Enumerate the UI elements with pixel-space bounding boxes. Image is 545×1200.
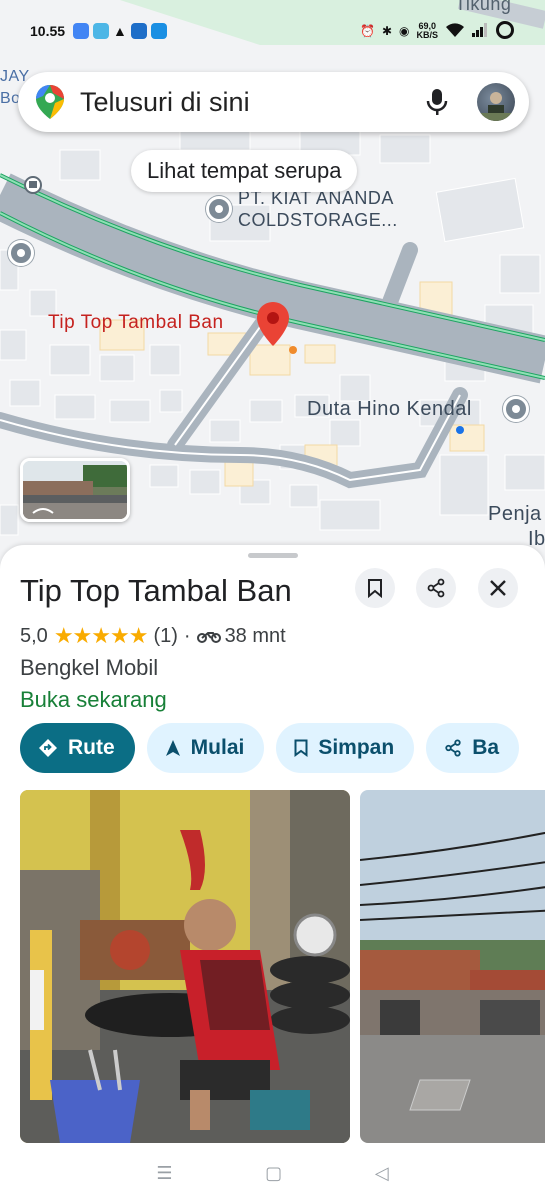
street-photo[interactable] <box>360 790 545 1143</box>
street-view-thumbnail[interactable] <box>20 458 130 522</box>
poi-label-kiat-line2[interactable]: COLDSTORAGE... <box>238 210 398 231</box>
mic-icon[interactable] <box>425 87 449 117</box>
rating-stars: ★★★★★ <box>53 623 149 648</box>
share-icon <box>427 578 445 598</box>
review-count[interactable]: (1) <box>153 625 177 648</box>
photo-carousel[interactable] <box>20 790 545 1143</box>
share-button[interactable]: Ba <box>426 723 520 773</box>
rating-value: 5,0 <box>20 624 48 647</box>
close-icon-button[interactable] <box>478 568 518 608</box>
wifi-icon <box>445 22 465 41</box>
battery-icon <box>495 20 515 43</box>
open-status[interactable]: Buka sekarang <box>20 687 167 713</box>
status-time: 10.55 <box>30 23 66 39</box>
poi-marker-icon[interactable] <box>206 196 232 222</box>
share-label: Ba <box>472 736 500 759</box>
save-label: Simpan <box>318 736 395 759</box>
poi-marker-icon[interactable] <box>8 240 34 266</box>
net-speed: 69,0 KB/S <box>416 22 438 40</box>
place-title: Tip Top Tambal Ban <box>20 573 292 608</box>
action-chips: Rute Mulai Simpan Ba <box>20 723 520 773</box>
place-category: Bengkel Mobil <box>20 655 159 680</box>
alarm-icon: ⏰ <box>359 24 375 38</box>
start-button[interactable]: Mulai <box>146 723 265 773</box>
search-bar[interactable]: Telusuri di sini <box>18 72 529 132</box>
rating-row[interactable]: 5,0 ★★★★★ (1) · 38 mnt <box>20 623 286 649</box>
share-icon <box>445 739 461 757</box>
place-photo[interactable] <box>20 790 350 1143</box>
app-notification-icon <box>73 23 90 39</box>
app-notification-icon <box>93 23 110 39</box>
start-label: Mulai <box>190 736 245 759</box>
poi-label-duta[interactable]: Duta Hino Kendal <box>307 398 472 421</box>
status-bar: 10.55 ▲ ⏰ ✱ ◉ 69,0 KB/S <box>0 0 545 62</box>
warning-icon: ▲ <box>113 23 127 39</box>
directions-label: Rute <box>68 736 115 759</box>
back-button[interactable]: ◁ <box>375 1163 389 1184</box>
maps-pin-icon <box>36 85 64 119</box>
poi-marker-icon[interactable] <box>503 396 529 422</box>
directions-button[interactable]: Rute <box>20 723 135 773</box>
place-details-sheet[interactable]: Tip Top Tambal Ban 5,0 ★★★★★ (1) · 38 mn… <box>0 545 545 1200</box>
save-button[interactable]: Simpan <box>276 723 415 773</box>
search-placeholder[interactable]: Telusuri di sini <box>80 87 425 118</box>
travel-time: 38 mnt <box>224 624 286 647</box>
selected-place-pin-icon[interactable] <box>257 302 289 346</box>
recents-button[interactable]: ☰ <box>156 1163 172 1184</box>
save-icon-button[interactable] <box>355 568 395 608</box>
motorcycle-icon <box>196 632 221 643</box>
system-nav-bar: ☰ ▢ ◁ <box>0 1146 545 1200</box>
poi-label-penja[interactable]: Penja <box>488 503 542 526</box>
signal-icon <box>472 22 488 40</box>
bookmark-icon <box>294 739 308 757</box>
drag-handle[interactable] <box>248 553 298 558</box>
selected-place-label[interactable]: Tip Top Tambal Ban <box>48 312 224 334</box>
directions-icon <box>39 739 57 757</box>
share-icon-button[interactable] <box>416 568 456 608</box>
app-notification-icon <box>130 23 147 39</box>
location-icon: ◉ <box>399 24 410 38</box>
home-button[interactable]: ▢ <box>265 1163 282 1184</box>
see-similar-places-chip[interactable]: Lihat tempat serupa <box>131 150 358 192</box>
separator: · <box>183 624 191 647</box>
navigation-arrow-icon <box>165 740 180 756</box>
bluetooth-icon: ✱ <box>381 24 392 38</box>
bookmark-icon <box>368 579 382 598</box>
avatar[interactable] <box>477 83 515 121</box>
net-speed-unit: KB/S <box>416 30 438 40</box>
sigma-app-icon <box>150 23 167 39</box>
close-icon <box>490 580 506 596</box>
